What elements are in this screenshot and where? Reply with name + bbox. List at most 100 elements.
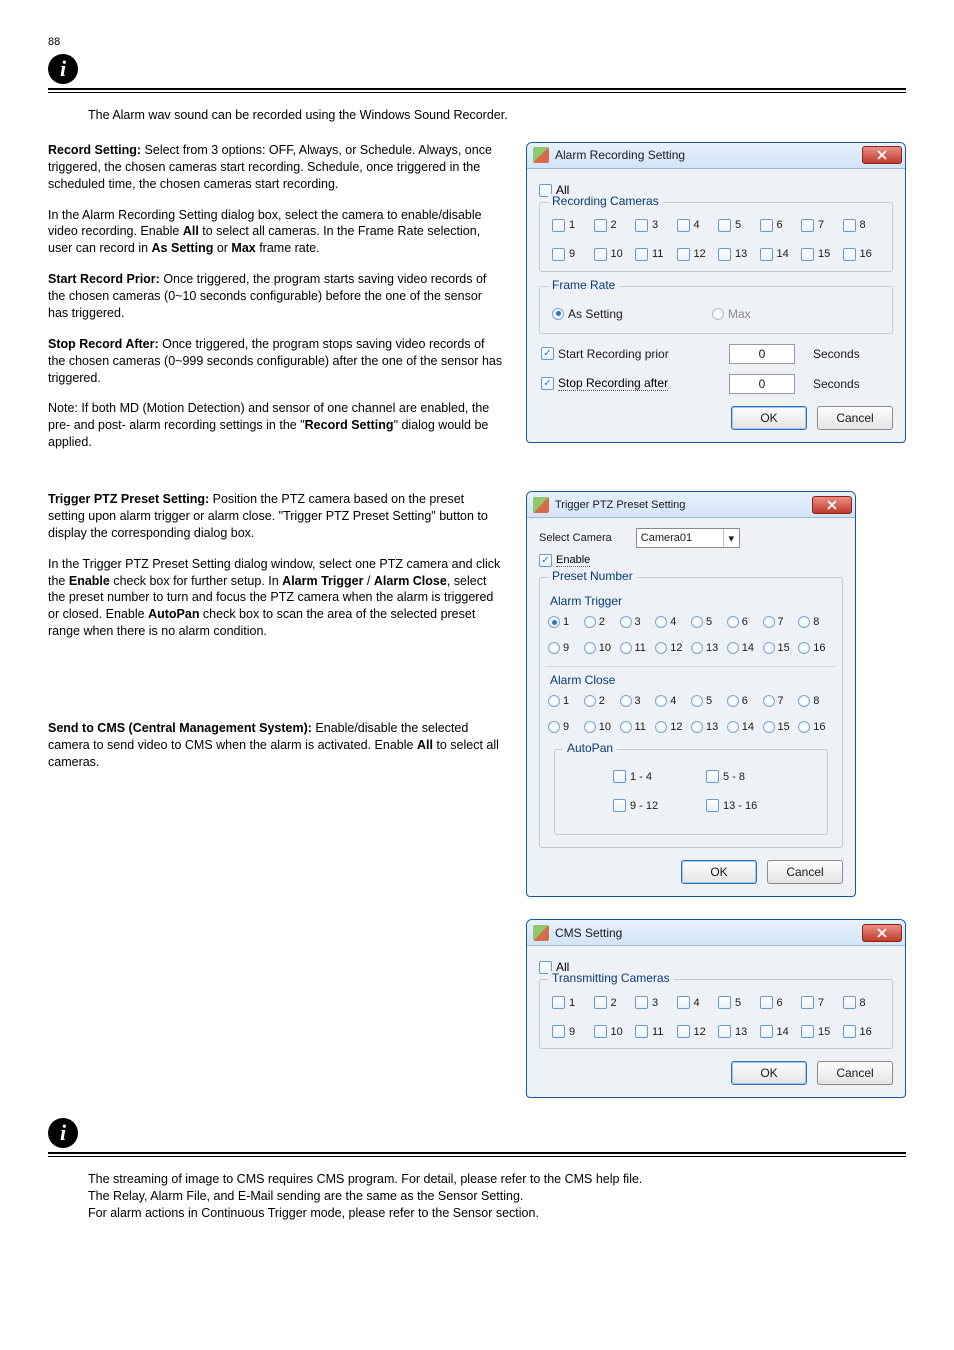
camera-checkbox[interactable]: 10 [594,248,636,261]
camera-checkbox[interactable]: 2 [594,219,636,232]
camera-checkbox[interactable]: 3 [635,219,677,232]
camera-checkbox[interactable]: 12 [677,1025,719,1038]
camera-checkbox[interactable]: 1 [552,219,594,232]
camera-checkbox[interactable]: 11 [635,248,677,261]
camera-checkbox[interactable]: 14 [760,248,802,261]
camera-checkbox[interactable]: 10 [594,1025,636,1038]
start-seconds-input[interactable]: 0 [729,344,795,364]
preset-radio[interactable]: 6 [727,695,763,707]
preset-radio[interactable]: 10 [584,721,620,733]
preset-radio[interactable]: 10 [584,642,620,654]
radio-icon [798,642,810,654]
item-label: 15 [778,642,790,654]
camera-checkbox[interactable]: 4 [677,996,719,1009]
preset-radio[interactable]: 7 [763,616,799,628]
close-button[interactable] [812,496,852,514]
camera-checkbox[interactable]: 8 [843,996,885,1009]
autopan-label: 5 - 8 [723,771,745,783]
preset-radio[interactable]: 4 [655,616,691,628]
autopan-13-16[interactable]: 13 - 16 [706,799,779,812]
camera-checkbox[interactable]: 13 [718,248,760,261]
camera-checkbox[interactable]: 5 [718,996,760,1009]
item-label: 1 [563,695,569,707]
camera-checkbox[interactable]: 16 [843,248,885,261]
autopan-9-12[interactable]: 9 - 12 [613,799,686,812]
camera-checkbox[interactable]: 7 [801,996,843,1009]
radio-label: Max [728,307,751,321]
camera-checkbox[interactable]: 11 [635,1025,677,1038]
camera-checkbox[interactable]: 7 [801,219,843,232]
preset-radio[interactable]: 3 [620,616,656,628]
preset-radio[interactable]: 11 [620,642,656,654]
autopan-5-8[interactable]: 5 - 8 [706,770,779,783]
preset-radio[interactable]: 2 [584,695,620,707]
preset-radio[interactable]: 1 [548,616,584,628]
preset-radio[interactable]: 9 [548,642,584,654]
preset-radio[interactable]: 14 [727,642,763,654]
camera-checkbox[interactable]: 6 [760,219,802,232]
close-button[interactable] [862,924,902,942]
camera-checkbox[interactable]: 4 [677,219,719,232]
item-label: 7 [818,219,824,231]
stop-recording-checkbox[interactable]: Stop Recording after [541,376,701,391]
dialog-titlebar[interactable]: Trigger PTZ Preset Setting [527,492,855,518]
preset-radio[interactable]: 9 [548,721,584,733]
item-label: 6 [777,219,783,231]
item-label: 8 [813,616,819,628]
preset-radio[interactable]: 5 [691,695,727,707]
camera-checkbox[interactable]: 2 [594,996,636,1009]
as-setting-radio[interactable]: As Setting [552,307,712,321]
camera-checkbox[interactable]: 15 [801,248,843,261]
ok-button[interactable]: OK [731,1061,807,1085]
preset-radio[interactable]: 6 [727,616,763,628]
preset-radio[interactable]: 15 [763,721,799,733]
app-icon [533,147,549,163]
camera-checkbox[interactable]: 1 [552,996,594,1009]
preset-radio[interactable]: 14 [727,721,763,733]
preset-radio[interactable]: 3 [620,695,656,707]
camera-checkbox[interactable]: 14 [760,1025,802,1038]
camera-checkbox[interactable]: 15 [801,1025,843,1038]
preset-radio[interactable]: 13 [691,721,727,733]
preset-radio[interactable]: 7 [763,695,799,707]
cancel-button[interactable]: Cancel [817,406,893,430]
max-radio[interactable]: Max [712,307,751,321]
camera-checkbox[interactable]: 8 [843,219,885,232]
preset-radio[interactable]: 16 [798,721,834,733]
preset-radio[interactable]: 13 [691,642,727,654]
preset-radio[interactable]: 8 [798,616,834,628]
preset-radio[interactable]: 1 [548,695,584,707]
preset-radio[interactable]: 12 [655,642,691,654]
camera-checkbox[interactable]: 5 [718,219,760,232]
preset-radio[interactable]: 5 [691,616,727,628]
checkbox-icon [677,248,690,261]
camera-checkbox[interactable]: 6 [760,996,802,1009]
ok-button[interactable]: OK [681,860,757,884]
preset-radio[interactable]: 4 [655,695,691,707]
dialog-titlebar[interactable]: CMS Setting [527,920,905,946]
dialog-titlebar[interactable]: Alarm Recording Setting [527,143,905,169]
cancel-button[interactable]: Cancel [767,860,843,884]
preset-radio[interactable]: 12 [655,721,691,733]
ok-button[interactable]: OK [731,406,807,430]
camera-checkbox[interactable]: 16 [843,1025,885,1038]
camera-checkbox[interactable]: 9 [552,1025,594,1038]
camera-checkbox[interactable]: 12 [677,248,719,261]
preset-radio[interactable]: 8 [798,695,834,707]
preset-radio[interactable]: 15 [763,642,799,654]
camera-select[interactable]: Camera01 ▾ [636,528,740,548]
item-label: 16 [813,721,825,733]
preset-radio[interactable]: 16 [798,642,834,654]
close-button[interactable] [862,146,902,164]
cancel-button[interactable]: Cancel [817,1061,893,1085]
camera-checkbox[interactable]: 3 [635,996,677,1009]
camera-checkbox[interactable]: 9 [552,248,594,261]
start-recording-checkbox[interactable]: Start Recording prior [541,347,701,361]
stop-seconds-input[interactable]: 0 [729,374,795,394]
camera-checkbox[interactable]: 13 [718,1025,760,1038]
enable-checkbox[interactable]: Enable [539,554,843,567]
preset-radio[interactable]: 11 [620,721,656,733]
checkbox-icon [677,996,690,1009]
autopan-1-4[interactable]: 1 - 4 [613,770,686,783]
preset-radio[interactable]: 2 [584,616,620,628]
